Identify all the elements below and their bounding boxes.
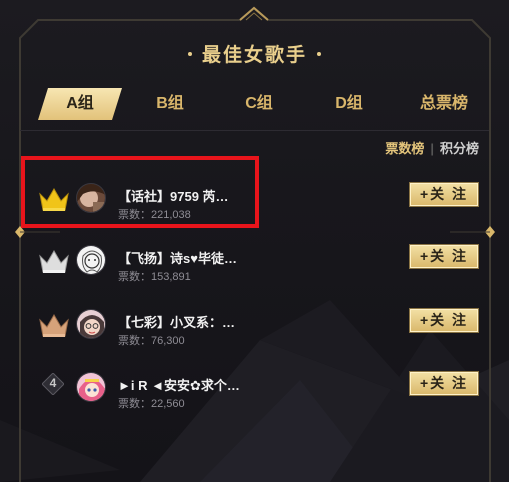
tab-group-c[interactable]: C组	[224, 88, 294, 120]
page-title: 最佳女歌手	[0, 40, 509, 67]
bronze-crown-icon	[39, 314, 69, 337]
tab-group-d[interactable]: D组	[314, 88, 384, 120]
points-ranking-tab[interactable]: 积分榜	[440, 138, 479, 157]
follow-button[interactable]: +关 注	[409, 308, 479, 333]
follow-button[interactable]: +关 注	[409, 371, 479, 396]
title-text: 最佳女歌手	[201, 45, 307, 66]
title-dot-right	[317, 52, 321, 57]
vote-count: 票数：76,300	[118, 335, 185, 347]
singer-ranking-panel: 最佳女歌手 A组 B组 C组 D组 总票榜 票数榜 | 积分榜 【话社】9759 芮…	[0, 0, 509, 482]
singer-name[interactable]: ►i R ◄安安✿求个…	[118, 375, 240, 394]
tab-total-votes[interactable]: 总票榜	[400, 88, 488, 120]
singer-name[interactable]: 【飞扬】诗s♥毕徒…	[118, 248, 237, 267]
follow-button[interactable]: +关 注	[409, 244, 479, 269]
avatar[interactable]	[76, 309, 106, 339]
follow-button[interactable]: +关 注	[409, 182, 479, 207]
ranking-row: 【七彩】小叉系：… 票数：76,300 +关 注	[38, 306, 483, 350]
ranking-row: 4 ►i R ◄安安✿求个… 票数：22,560 +关 注	[38, 369, 483, 413]
ranking-type-switch: 票数榜 | 积分榜	[385, 138, 479, 157]
avatar[interactable]	[76, 372, 106, 402]
tabs-divider	[20, 130, 489, 131]
group-tabs: A组 B组 C组 D组 总票榜	[38, 88, 488, 120]
rank-badge-icon: 4	[41, 372, 65, 396]
singer-name[interactable]: 【七彩】小叉系：…	[118, 312, 235, 331]
ranking-row: 【飞扬】诗s♥毕徒… 票数：153,891 +关 注	[38, 242, 483, 286]
votes-ranking-tab[interactable]: 票数榜	[385, 138, 424, 157]
tab-group-a[interactable]: A组	[38, 88, 122, 120]
vote-count: 票数：22,560	[118, 398, 185, 410]
title-dot-left	[187, 52, 192, 57]
selection-highlight-box	[21, 156, 259, 228]
silver-crown-icon	[39, 250, 69, 273]
rank-number: 4	[49, 376, 57, 390]
avatar[interactable]	[76, 245, 106, 275]
vote-count: 票数：153,891	[118, 271, 191, 283]
subtab-separator: |	[430, 141, 434, 156]
tab-group-b[interactable]: B组	[135, 88, 205, 120]
